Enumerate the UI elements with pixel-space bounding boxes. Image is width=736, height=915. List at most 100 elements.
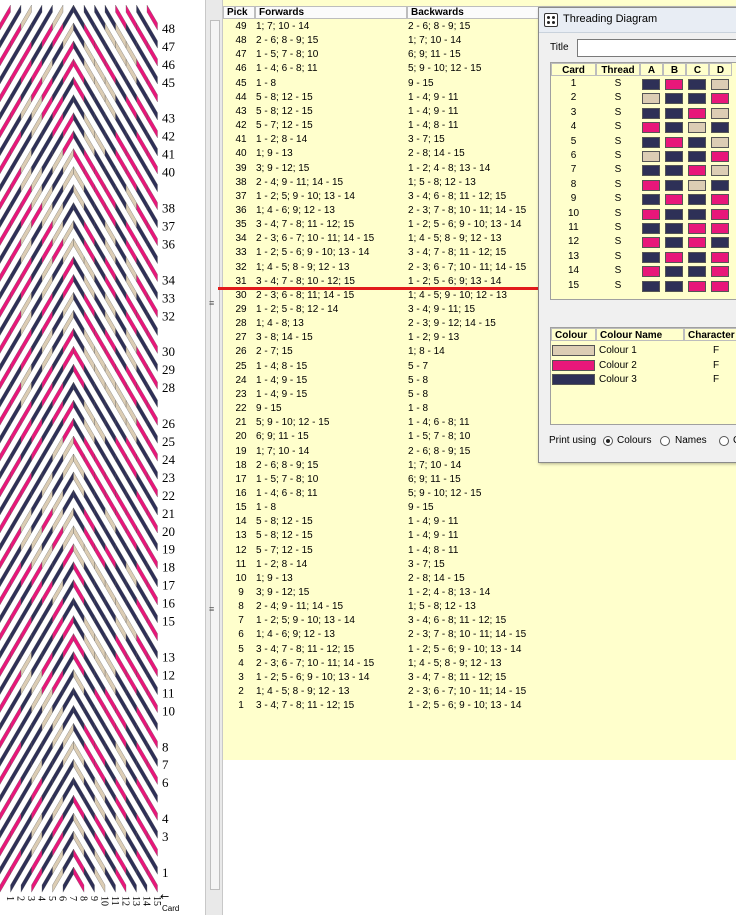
hole-c-colour-cell[interactable] xyxy=(688,151,706,162)
table-row[interactable]: 7 1 - 2; 5; 9 - 10; 13 - 14 3 - 4; 6 - 8; … xyxy=(223,614,736,628)
hole-b-colour-cell[interactable] xyxy=(665,151,683,162)
grip-icon[interactable]: ≡ xyxy=(209,298,214,308)
splitter[interactable]: ≡ ≡ xyxy=(205,0,223,915)
hole-a-colour-cell[interactable] xyxy=(642,165,660,177)
hole-a-colour-cell[interactable] xyxy=(642,237,660,249)
thread-direction[interactable]: S xyxy=(596,264,640,278)
table-row[interactable]: 2 1; 4 - 5; 8 - 9; 12 - 13 2 - 3; 6 - 7; 1… xyxy=(223,685,736,699)
hole-b-colour-cell[interactable] xyxy=(665,208,683,220)
hole-b-colour-cell[interactable] xyxy=(665,107,683,119)
thread-direction[interactable]: S xyxy=(596,163,640,177)
colour-swatch[interactable] xyxy=(552,359,595,371)
hole-b-colour-cell[interactable] xyxy=(665,194,683,206)
thread-direction[interactable]: S xyxy=(596,120,640,134)
hole-c-colour-cell[interactable] xyxy=(688,122,706,134)
hole-d-colour-cell[interactable] xyxy=(711,179,729,191)
hole-d-colour-cell[interactable] xyxy=(711,151,729,162)
thread-direction[interactable]: S xyxy=(596,221,640,235)
table-row[interactable]: 12 5 - 7; 12 - 15 1 - 4; 8 - 11 xyxy=(223,544,736,558)
hole-a-colour-cell[interactable] xyxy=(642,280,660,292)
hole-c-colour-cell[interactable] xyxy=(688,93,706,105)
thread-direction[interactable]: S xyxy=(596,106,640,120)
hole-c-colour-cell[interactable] xyxy=(688,107,706,119)
hole-a-colour-cell[interactable] xyxy=(642,122,660,134)
hole-b-colour-cell[interactable] xyxy=(665,223,683,234)
col-header-a[interactable]: A xyxy=(640,63,663,76)
table-row[interactable]: 16 1 - 4; 6 - 8; 11 5; 9 - 10; 12 - 15 xyxy=(223,487,736,501)
hole-b-colour-cell[interactable] xyxy=(665,266,683,278)
card-row[interactable]: 6S xyxy=(551,149,736,163)
hole-b-colour-cell[interactable] xyxy=(665,79,683,90)
hole-b-colour-cell[interactable] xyxy=(665,93,683,105)
third-radio[interactable] xyxy=(719,436,729,446)
hole-a-colour-cell[interactable] xyxy=(642,79,660,90)
table-row[interactable]: 13 5 - 8; 12 - 15 1 - 4; 9 - 11 xyxy=(223,529,736,543)
thread-direction[interactable]: S xyxy=(596,91,640,105)
card-row[interactable]: 10 S xyxy=(551,207,736,221)
hole-d-colour-cell[interactable] xyxy=(711,194,729,206)
hole-a-colour-cell[interactable] xyxy=(642,151,660,162)
table-row[interactable]: 9 3; 9 - 12; 15 1 - 2; 4 - 8; 13 - 14 xyxy=(223,586,736,600)
hole-c-colour-cell[interactable] xyxy=(688,223,706,234)
thread-direction[interactable]: S xyxy=(596,77,640,91)
thread-direction[interactable]: S xyxy=(596,235,640,249)
col-header-character[interactable]: Character xyxy=(684,328,736,341)
table-row[interactable]: 3 1 - 2; 5 - 6; 9 - 10; 13 - 14 3 - 4; 7 -… xyxy=(223,671,736,685)
hole-d-colour-cell[interactable] xyxy=(711,251,729,263)
colour-row[interactable]: Colour 2 F xyxy=(551,359,736,373)
hole-d-colour-cell[interactable] xyxy=(711,208,729,220)
card-row[interactable]: 3S xyxy=(551,106,736,120)
hole-d-colour-cell[interactable] xyxy=(711,136,729,148)
hole-a-colour-cell[interactable] xyxy=(642,266,660,278)
hole-a-colour-cell[interactable] xyxy=(642,223,660,234)
card-row[interactable]: 12 S xyxy=(551,235,736,249)
hole-b-colour-cell[interactable] xyxy=(665,251,683,263)
card-row[interactable]: 8S xyxy=(551,178,736,192)
card-row[interactable]: 13 S xyxy=(551,250,736,264)
hole-d-colour-cell[interactable] xyxy=(711,79,729,90)
hole-c-colour-cell[interactable] xyxy=(688,194,706,206)
card-row[interactable]: 2S xyxy=(551,91,736,105)
col-header-d[interactable]: D xyxy=(709,63,732,76)
hole-d-colour-cell[interactable] xyxy=(711,107,729,119)
thread-direction[interactable]: S xyxy=(596,192,640,206)
col-header-thread[interactable]: Thread xyxy=(596,63,640,76)
card-row[interactable]: 14 S xyxy=(551,264,736,278)
colour-row[interactable]: Colour 1 F xyxy=(551,344,736,358)
thread-direction[interactable]: S xyxy=(596,250,640,264)
colour-row[interactable]: Colour 3 F xyxy=(551,373,736,387)
col-header-pick[interactable]: Pick xyxy=(223,6,255,19)
col-header-forwards[interactable]: Forwards xyxy=(255,6,407,19)
hole-a-colour-cell[interactable] xyxy=(642,93,660,105)
hole-c-colour-cell[interactable] xyxy=(688,251,706,263)
table-row[interactable]: 15 1 - 8 9 - 15 xyxy=(223,501,736,515)
colour-swatch[interactable] xyxy=(552,345,595,356)
hole-c-colour-cell[interactable] xyxy=(688,208,706,220)
table-row[interactable]: 1 3 - 4; 7 - 8; 11 - 12; 15 1 - 2; 5 - 6; … xyxy=(223,699,736,713)
hole-d-colour-cell[interactable] xyxy=(711,237,729,249)
hole-c-colour-cell[interactable] xyxy=(688,280,706,292)
hole-d-colour-cell[interactable] xyxy=(711,93,729,105)
hole-b-colour-cell[interactable] xyxy=(665,165,683,177)
names-radio-label[interactable]: Names xyxy=(675,435,707,446)
thread-direction[interactable]: S xyxy=(596,149,640,163)
col-header-colour[interactable]: Colour xyxy=(551,328,596,341)
hole-b-colour-cell[interactable] xyxy=(665,136,683,148)
hole-b-colour-cell[interactable] xyxy=(665,122,683,134)
hole-c-colour-cell[interactable] xyxy=(688,136,706,148)
hole-a-colour-cell[interactable] xyxy=(642,107,660,119)
hole-d-colour-cell[interactable] xyxy=(711,122,729,134)
col-header-card[interactable]: Card xyxy=(551,63,596,76)
hole-b-colour-cell[interactable] xyxy=(665,237,683,249)
table-row[interactable]: 4 2 - 3; 6 - 7; 10 - 11; 14 - 15 1; 4 - 5;… xyxy=(223,657,736,671)
hole-a-colour-cell[interactable] xyxy=(642,136,660,148)
table-row[interactable]: 11 1 - 2; 8 - 14 3 - 7; 15 xyxy=(223,558,736,572)
card-row[interactable]: 15 S xyxy=(551,279,736,293)
hole-c-colour-cell[interactable] xyxy=(688,165,706,177)
names-radio[interactable] xyxy=(660,436,670,446)
colours-radio[interactable] xyxy=(603,436,613,446)
hole-c-colour-cell[interactable] xyxy=(688,237,706,249)
card-row[interactable]: 4S xyxy=(551,120,736,134)
table-row[interactable]: 6 1; 4 - 6; 9; 12 - 13 2 - 3; 7 - 8; 10 - … xyxy=(223,628,736,642)
vertical-scrollbar[interactable] xyxy=(210,20,220,890)
